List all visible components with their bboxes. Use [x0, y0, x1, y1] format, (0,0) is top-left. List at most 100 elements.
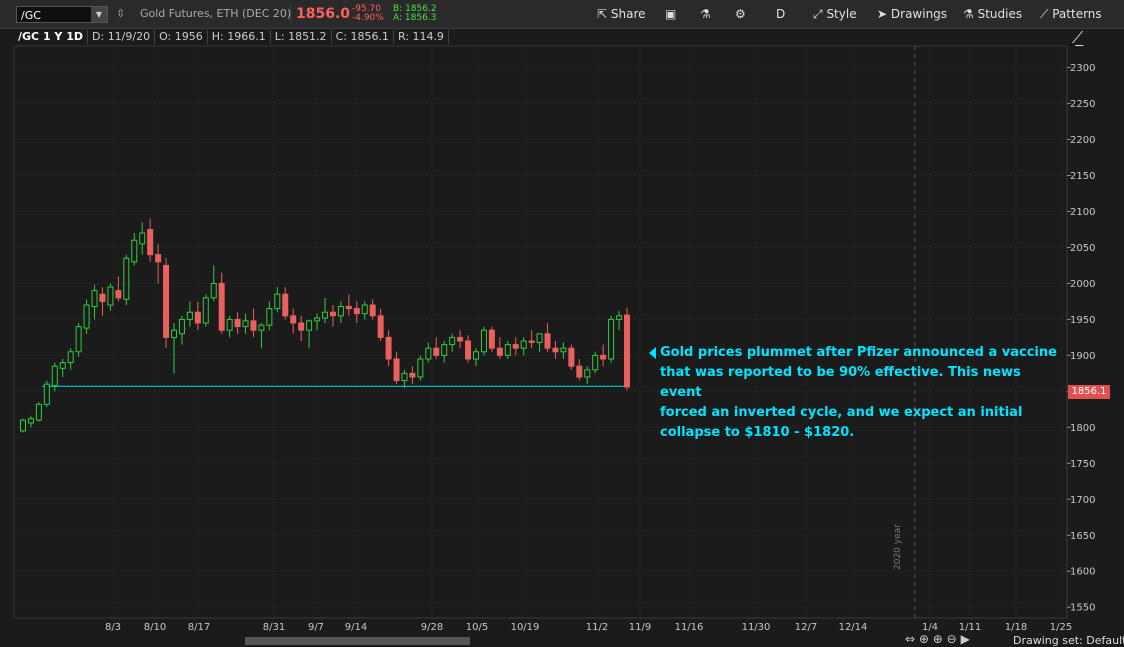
- candle-body[interactable]: [27, 418, 34, 424]
- candle-body[interactable]: [425, 347, 432, 360]
- candle-body[interactable]: [433, 347, 440, 356]
- candle-body[interactable]: [107, 286, 114, 306]
- candle-body[interactable]: [99, 293, 106, 302]
- candle-body[interactable]: [393, 358, 400, 382]
- candle-body[interactable]: [274, 293, 281, 310]
- candle-body[interactable]: [624, 314, 630, 388]
- candle-body[interactable]: [75, 326, 82, 353]
- candle-body[interactable]: [202, 297, 209, 324]
- candle-body[interactable]: [91, 290, 98, 307]
- candle-body[interactable]: [544, 333, 551, 349]
- candle-body[interactable]: [314, 317, 321, 322]
- candle-body[interactable]: [385, 336, 392, 360]
- candle-body[interactable]: [20, 419, 26, 432]
- candle-body[interactable]: [210, 282, 217, 299]
- style-button[interactable]: ⤢ Style: [813, 0, 857, 28]
- zoom-plus-icon[interactable]: ⊕: [933, 632, 943, 646]
- candle-body[interactable]: [298, 322, 305, 331]
- price-chart[interactable]: 1550160016501700175018001850190019502000…: [0, 0, 1124, 645]
- gear-icon[interactable]: ⚙: [735, 0, 746, 28]
- chart-type-icon[interactable]: ⟋̲: [1072, 28, 1083, 48]
- studies-button[interactable]: ⚗ Studies: [963, 0, 1022, 28]
- candle-body[interactable]: [480, 329, 487, 353]
- candle-body[interactable]: [608, 318, 615, 360]
- candle-body[interactable]: [266, 308, 273, 326]
- candle-body[interactable]: [592, 354, 599, 371]
- candle-body[interactable]: [473, 351, 479, 360]
- candle-body[interactable]: [171, 329, 177, 338]
- candle-body[interactable]: [163, 264, 170, 338]
- candle-body[interactable]: [457, 336, 464, 342]
- zoom-controls[interactable]: ⇔ ⊕ ⊕ ⊖ ▶: [905, 632, 970, 646]
- candle-body[interactable]: [59, 362, 66, 369]
- candle-body[interactable]: [496, 347, 503, 356]
- scrollbar[interactable]: [245, 637, 470, 645]
- candle-body[interactable]: [520, 340, 527, 349]
- patterns-button[interactable]: ⟋ Patterns: [1040, 0, 1102, 28]
- candle-body[interactable]: [290, 315, 297, 324]
- aggregation-selector[interactable]: D: [776, 0, 785, 28]
- candle-body[interactable]: [345, 305, 352, 310]
- candle-body[interactable]: [242, 320, 249, 328]
- candle-body[interactable]: [35, 403, 42, 421]
- candle-body[interactable]: [147, 228, 154, 256]
- candle-body[interactable]: [504, 344, 511, 356]
- candle-body[interactable]: [552, 347, 559, 353]
- candle-body[interactable]: [528, 340, 535, 343]
- candle-body[interactable]: [329, 311, 336, 317]
- candle-body[interactable]: [67, 351, 74, 364]
- collapse-icon[interactable]: ⇔: [905, 632, 915, 646]
- snapshot-icon[interactable]: ▣: [665, 0, 676, 28]
- candle-body[interactable]: [258, 324, 265, 331]
- chart-symbol[interactable]: /GC 1 Y 1D: [14, 30, 89, 44]
- candle-body[interactable]: [282, 293, 289, 317]
- candle-body[interactable]: [83, 304, 90, 329]
- candle-body[interactable]: [322, 311, 328, 319]
- candle-body[interactable]: [600, 354, 607, 360]
- candle-body[interactable]: [353, 308, 360, 315]
- drawing-set-label[interactable]: Drawing set: Default: [1013, 634, 1124, 647]
- candle-body[interactable]: [417, 358, 424, 378]
- candle-body[interactable]: [194, 311, 201, 324]
- candle-body[interactable]: [51, 365, 58, 387]
- candle-body[interactable]: [449, 336, 456, 346]
- candle-body[interactable]: [488, 329, 495, 349]
- candle-body[interactable]: [43, 383, 50, 405]
- candle-body[interactable]: [616, 315, 623, 320]
- candle-body[interactable]: [131, 239, 138, 263]
- candle-body[interactable]: [465, 340, 472, 360]
- candle-body[interactable]: [369, 304, 376, 317]
- drawings-button[interactable]: ➤ Drawings: [877, 0, 947, 28]
- candle-body[interactable]: [139, 232, 146, 245]
- candle-body[interactable]: [155, 254, 162, 263]
- candle-body[interactable]: [576, 365, 583, 378]
- share-button[interactable]: ⇱ Share: [597, 0, 646, 28]
- candle-body[interactable]: [250, 320, 257, 331]
- candle-body[interactable]: [536, 333, 543, 343]
- candle-body[interactable]: [560, 347, 567, 353]
- candle-body[interactable]: [306, 320, 313, 331]
- candle-body[interactable]: [226, 318, 233, 331]
- candle-body[interactable]: [377, 315, 384, 338]
- chevron-down-icon[interactable]: ▼: [91, 7, 107, 22]
- candle-body[interactable]: [361, 304, 368, 315]
- candle-body[interactable]: [218, 282, 225, 331]
- candle-body[interactable]: [178, 318, 185, 335]
- chart-annotation[interactable]: Gold prices plummet after Pfizer announc…: [649, 343, 1060, 443]
- candle-body[interactable]: [234, 318, 241, 328]
- symbol-selector[interactable]: /GC ▼: [16, 6, 108, 23]
- zoom-out-icon[interactable]: ⊖: [947, 632, 957, 646]
- play-icon[interactable]: ▶: [961, 632, 970, 646]
- candle-body[interactable]: [409, 372, 416, 378]
- candle-body[interactable]: [512, 344, 519, 349]
- candle-body[interactable]: [337, 305, 344, 317]
- candle-body[interactable]: [401, 372, 408, 382]
- candle-body[interactable]: [123, 257, 130, 300]
- candle-body[interactable]: [441, 344, 448, 356]
- zoom-in-icon[interactable]: ⊕: [919, 632, 929, 646]
- candle-body[interactable]: [186, 311, 193, 320]
- candle-body[interactable]: [568, 347, 575, 367]
- flask-icon[interactable]: ⚗: [700, 0, 711, 28]
- candle-body[interactable]: [584, 369, 591, 378]
- link-icon[interactable]: ⇳: [116, 0, 125, 28]
